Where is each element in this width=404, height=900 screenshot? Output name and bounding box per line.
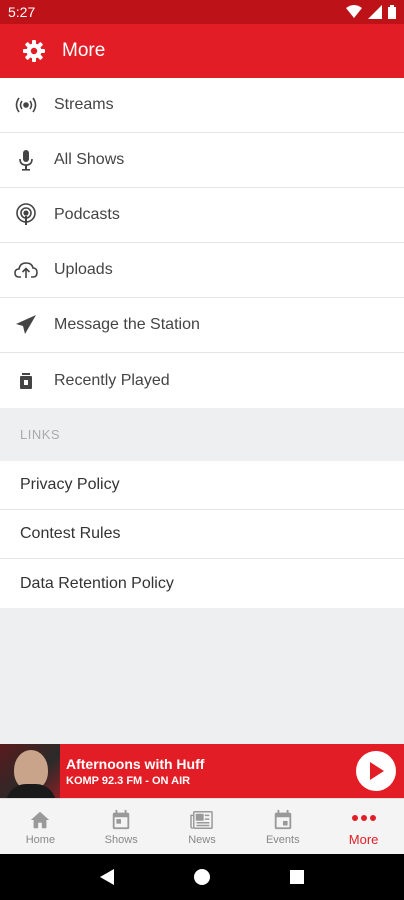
tab-more[interactable]: More [323,799,404,854]
send-icon [14,313,38,337]
now-playing-info: Afternoons with Huff KOMP 92.3 FM - ON A… [60,756,356,787]
recents-icon[interactable] [289,869,305,885]
menu-item-label: Streams [54,96,114,113]
menu-item-label: Uploads [54,261,113,278]
menu-item-label: All Shows [54,151,125,168]
signal-icon [368,5,382,19]
tab-label: News [188,833,216,846]
menu-item-podcasts[interactable]: Podcasts [0,188,404,243]
menu-item-message-station[interactable]: Message the Station [0,298,404,353]
home-icon [29,808,51,832]
tab-news[interactable]: News [162,799,243,854]
broadcast-icon [14,93,38,117]
wifi-icon [346,5,362,18]
battery-icon [388,5,396,19]
system-nav-bar [0,854,404,900]
now-playing-title: Afternoons with Huff [66,755,205,772]
tab-label: Shows [104,833,138,846]
page-title: More [62,40,106,61]
menu-item-streams[interactable]: Streams [0,78,404,133]
gear-icon[interactable] [22,39,46,63]
microphone-icon [14,148,38,172]
menu-item-label: Message the Station [54,316,200,333]
cloud-upload-icon [14,258,38,282]
tab-home[interactable]: Home [0,799,81,854]
history-icon [14,369,38,393]
status-time: 5:27 [8,4,36,20]
play-icon [370,762,384,780]
menu-item-recently-played[interactable]: Recently Played [0,353,404,408]
calendar-icon [110,808,132,832]
more-dots-icon [351,806,377,830]
tab-shows[interactable]: Shows [81,799,162,854]
app-bar: More [0,24,404,78]
menu-item-label: Podcasts [54,206,120,223]
menu-item-label: Recently Played [54,371,170,389]
bottom-nav: Home Shows News Events More [0,798,404,854]
links-section-header: LINKS [20,427,61,442]
tab-label: More [348,832,379,847]
links-list: Privacy Policy Contest Rules Data Retent… [0,461,404,608]
menu-item-all-shows[interactable]: All Shows [0,133,404,188]
more-menu: Streams All Shows Podcasts Uploads Messa… [0,78,404,408]
podcast-icon [14,203,38,227]
now-playing-bar[interactable]: Afternoons with Huff KOMP 92.3 FM - ON A… [0,744,404,798]
tab-label: Events [265,833,300,846]
status-icons [346,5,396,19]
link-privacy-policy[interactable]: Privacy Policy [0,461,404,510]
event-icon [272,808,294,832]
link-contest-rules[interactable]: Contest Rules [0,510,404,559]
status-bar: 5:27 [0,0,404,24]
back-icon[interactable] [99,868,115,886]
play-button[interactable] [356,751,396,791]
home-button-icon[interactable] [193,868,211,886]
tab-label: Home [25,833,56,846]
link-data-retention-policy[interactable]: Data Retention Policy [0,559,404,608]
tab-events[interactable]: Events [242,799,323,854]
newspaper-icon [190,808,214,832]
now-playing-subtitle: KOMP 92.3 FM - ON AIR [66,774,191,787]
menu-item-uploads[interactable]: Uploads [0,243,404,298]
show-artwork [0,744,60,798]
